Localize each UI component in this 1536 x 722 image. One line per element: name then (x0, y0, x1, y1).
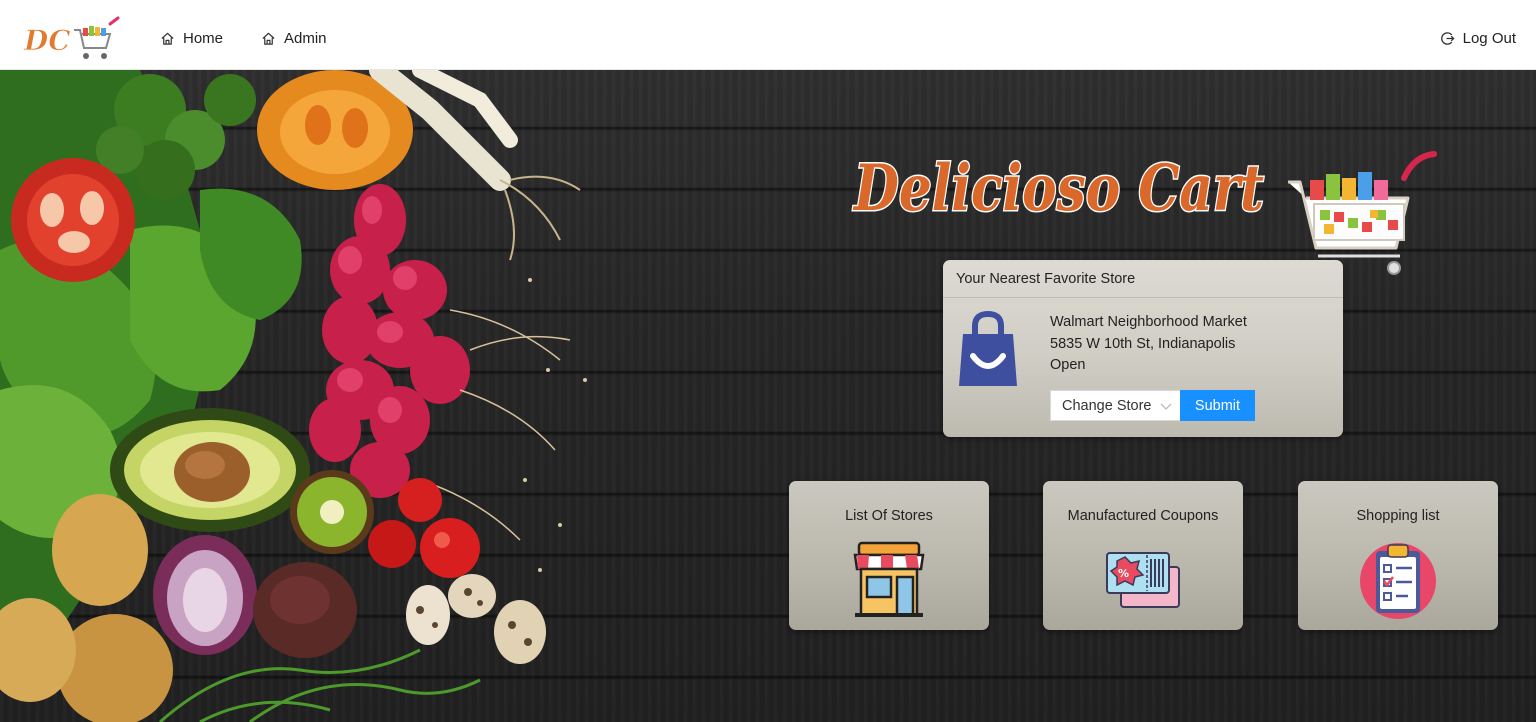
favorite-store-card: Your Nearest Favorite Store Walmart Neig… (943, 260, 1343, 437)
submit-button[interactable]: Submit (1180, 390, 1255, 421)
logo[interactable]: DC (22, 14, 122, 62)
vegetables-image (0, 70, 587, 722)
tile-shopping-list[interactable]: Shopping list (1298, 481, 1498, 630)
store-card-title: Your Nearest Favorite Store (943, 260, 1343, 298)
brand-banner: Delicioso Cart (851, 150, 1437, 275)
brand-title: Delicioso Cart (852, 151, 1264, 226)
shopping-cart-icon (1288, 151, 1437, 275)
chevron-down-icon (1160, 403, 1172, 410)
tile-label: Manufactured Coupons (1067, 508, 1219, 524)
tile-label: Shopping list (1356, 508, 1440, 524)
top-navbar: DC Home Admin Log Out (0, 0, 1536, 70)
svg-text:%: % (1118, 567, 1129, 580)
nav-logout-link[interactable]: Log Out (1440, 30, 1516, 47)
coupon-icon: % (1106, 552, 1180, 608)
nav-home-link[interactable]: Home (160, 30, 223, 47)
change-store-select[interactable]: Change Store (1050, 390, 1181, 421)
change-store-label: Change Store (1062, 397, 1152, 414)
shopping-bag-icon (959, 310, 1017, 386)
nav-logout-label: Log Out (1462, 30, 1516, 47)
clipboard-icon (1360, 543, 1436, 619)
store-name: Walmart Neighborhood Market (1050, 314, 1247, 330)
tile-label: List Of Stores (845, 508, 933, 524)
home-icon (262, 32, 275, 45)
home-icon (161, 32, 174, 45)
logout-icon (1440, 32, 1455, 45)
tile-manufactured-coupons[interactable]: Manufactured Coupons % (1043, 481, 1243, 630)
nav-home-label: Home (183, 30, 224, 47)
tile-list-of-stores[interactable]: List Of Stores (789, 481, 989, 630)
store-address: 5835 W 10th St, Indianapolis (1050, 335, 1236, 352)
logo-text: DC (23, 24, 71, 57)
store-details: Walmart Neighborhood Market 5835 W 10th … (1050, 312, 1247, 377)
store-icon (853, 541, 925, 617)
store-status: Open (1050, 357, 1086, 373)
nav-admin-label: Admin (284, 30, 327, 47)
nav-admin-link[interactable]: Admin (261, 30, 327, 47)
logo-cart-icon (74, 16, 120, 59)
